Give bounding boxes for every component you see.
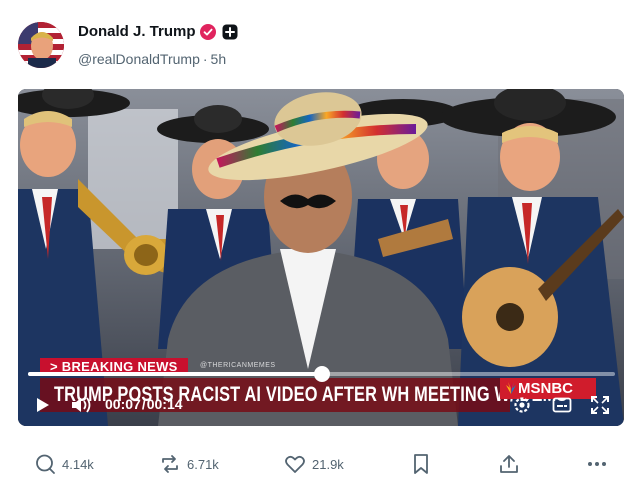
- total-duration: 00:14: [146, 396, 183, 412]
- repost-icon: [162, 455, 178, 473]
- play-icon[interactable]: [32, 395, 52, 415]
- peacock-icon: [506, 382, 516, 394]
- plus-icon: [222, 24, 238, 40]
- author-name[interactable]: Donald J. Trump: [78, 23, 196, 40]
- settings-icon[interactable]: [512, 395, 532, 415]
- captions-icon[interactable]: [552, 395, 572, 415]
- verified-icon: [200, 24, 216, 40]
- video-player[interactable]: > BREAKING NEWS @THERICANMEMES TRUMP POS…: [18, 89, 624, 426]
- share-icon: [500, 455, 518, 473]
- bookmark-button[interactable]: [411, 452, 431, 476]
- volume-icon[interactable]: [70, 395, 94, 415]
- post-timestamp[interactable]: 5h: [211, 51, 227, 67]
- share-button[interactable]: [498, 452, 520, 476]
- more-options-button[interactable]: [586, 452, 608, 476]
- author-handle-row: @realDonaldTrump · 5h: [78, 51, 226, 67]
- repost-count: 6.71k: [187, 456, 219, 472]
- more-icon: [588, 462, 606, 466]
- like-count: 21.9k: [312, 456, 344, 472]
- avatar[interactable]: [18, 22, 64, 68]
- video-time: 00:07/00:14: [105, 396, 183, 412]
- reply-button[interactable]: 4.14k: [34, 452, 94, 476]
- time-separator: /: [141, 396, 146, 412]
- heart-icon: [285, 455, 305, 473]
- post-card: Donald J. Trump @realDonaldTrump · 5h > …: [0, 0, 639, 496]
- progress-fill: [28, 372, 322, 376]
- bookmark-icon: [414, 454, 428, 474]
- reply-count: 4.14k: [62, 456, 94, 472]
- progress-handle[interactable]: [313, 366, 330, 382]
- reply-icon: [36, 454, 55, 474]
- current-time: 00:07: [105, 396, 141, 412]
- like-button[interactable]: 21.9k: [284, 452, 344, 476]
- repost-button[interactable]: 6.71k: [159, 452, 219, 476]
- author-handle[interactable]: @realDonaldTrump: [78, 51, 200, 67]
- video-watermark: @THERICANMEMES: [200, 362, 276, 369]
- handle-separator: ·: [202, 51, 208, 67]
- progress-bar[interactable]: [28, 366, 615, 382]
- fullscreen-icon[interactable]: [590, 395, 610, 415]
